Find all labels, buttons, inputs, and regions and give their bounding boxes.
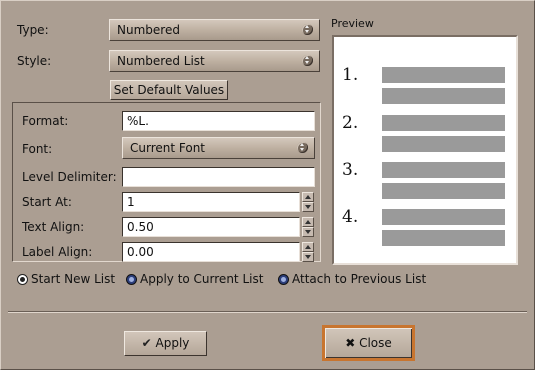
- radio-apply-to-current-list[interactable]: Apply to Current List: [126, 272, 276, 287]
- decrement-arrow-icon[interactable]: [302, 227, 314, 237]
- preview-number: 3.: [342, 160, 359, 180]
- start-at-stepper[interactable]: [302, 192, 314, 212]
- decrement-arrow-icon[interactable]: [302, 252, 314, 262]
- type-dropdown[interactable]: Numbered: [109, 19, 320, 41]
- font-value: Current Font: [130, 141, 206, 155]
- preview-line: [382, 115, 505, 131]
- label-align-stepper[interactable]: [302, 242, 314, 262]
- radio-unselected-icon[interactable]: [126, 274, 137, 285]
- dropdown-arrow-icon: [302, 24, 313, 35]
- preview-line: [382, 183, 505, 199]
- increment-arrow-icon[interactable]: [302, 217, 314, 227]
- decrement-arrow-icon[interactable]: [302, 202, 314, 212]
- type-value: Numbered: [117, 23, 180, 37]
- preview-label: Preview: [331, 17, 374, 30]
- format-field[interactable]: %L.: [122, 111, 315, 131]
- preview-number: 4.: [342, 207, 359, 227]
- text-align-field[interactable]: 0.50: [122, 217, 300, 237]
- preview-line: [382, 136, 505, 152]
- text-align-stepper[interactable]: [302, 217, 314, 237]
- radio-unselected-icon[interactable]: [278, 274, 289, 285]
- text-align-label: Text Align:: [22, 220, 85, 234]
- dropdown-arrow-icon: [302, 55, 313, 66]
- close-button[interactable]: ✖ Close: [322, 325, 415, 361]
- dropdown-arrow-icon: [297, 142, 308, 153]
- radio-label: Apply to Current List: [140, 272, 264, 286]
- preview-panel: 1. 2. 3. 4.: [332, 35, 518, 265]
- start-at-field[interactable]: 1: [122, 192, 300, 212]
- checkmark-icon: ✔: [141, 336, 152, 350]
- preview-line: [382, 88, 505, 104]
- format-label: Format:: [22, 114, 69, 128]
- radio-label: Attach to Previous List: [292, 272, 427, 286]
- preview-line: [382, 67, 505, 83]
- radio-selected-icon[interactable]: [17, 274, 28, 285]
- font-label: Font:: [22, 142, 53, 156]
- style-value: Numbered List: [117, 54, 205, 68]
- level-delimiter-field[interactable]: [122, 167, 315, 187]
- increment-arrow-icon[interactable]: [302, 192, 314, 202]
- type-label: Type:: [17, 23, 49, 37]
- style-dropdown[interactable]: Numbered List: [109, 50, 320, 72]
- preview-number: 1.: [342, 65, 359, 85]
- font-dropdown[interactable]: Current Font: [122, 137, 315, 159]
- separator: [8, 311, 527, 313]
- increment-arrow-icon[interactable]: [302, 242, 314, 252]
- apply-label: Apply: [155, 336, 190, 350]
- preview-line: [382, 209, 505, 225]
- preview-line: [382, 230, 505, 246]
- radio-label: Start New List: [31, 272, 116, 286]
- style-label: Style:: [17, 54, 52, 68]
- level-delimiter-label: Level Delimiter:: [22, 170, 117, 184]
- set-default-values-button[interactable]: Set Default Values: [110, 80, 228, 100]
- radio-attach-to-previous-list[interactable]: Attach to Previous List: [278, 272, 438, 287]
- start-at-label: Start At:: [22, 195, 72, 209]
- close-label: Close: [359, 336, 392, 350]
- label-align-label: Label Align:: [22, 245, 93, 259]
- label-align-field[interactable]: 0.00: [122, 242, 300, 262]
- apply-button[interactable]: ✔ Apply: [124, 331, 207, 356]
- preview-number: 2.: [342, 113, 359, 133]
- radio-start-new-list[interactable]: Start New List: [17, 272, 127, 287]
- close-icon: ✖: [345, 336, 356, 350]
- preview-line: [382, 162, 505, 178]
